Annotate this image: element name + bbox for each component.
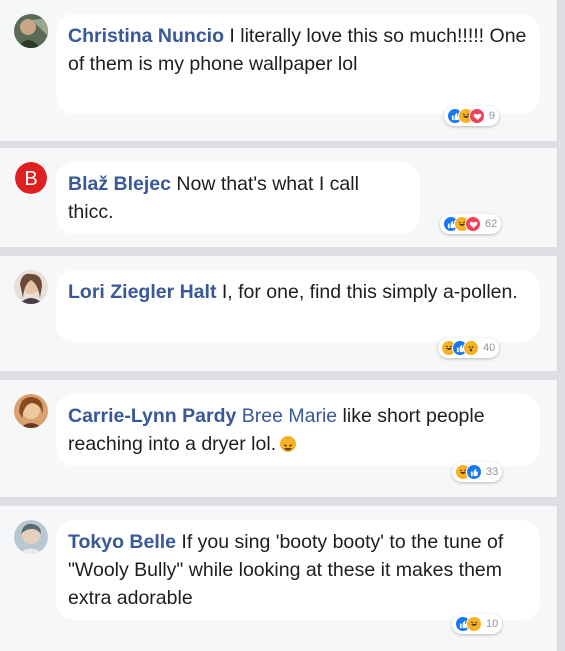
reaction-summary[interactable]: 40 [438,338,500,358]
comment-bubble: Christina Nuncio I literally love this s… [56,14,540,114]
comment-card: Tokyo Belle If you sing 'booty booty' to… [0,506,558,651]
rofl-emoji-icon [280,435,297,452]
comment-author-link[interactable]: Tokyo Belle [68,531,176,553]
comment-author-link[interactable]: Lori Ziegler Halt [68,281,216,303]
comment-bubble: Blaž Blejec Now that's what I call thicc… [56,162,420,234]
comment-card: Christina Nuncio I literally love this s… [0,0,558,141]
haha-reaction-icon [466,616,482,632]
comment-card: B Blaž Blejec Now that's what I call thi… [0,148,558,247]
tagged-user-link[interactable]: Bree Marie [242,405,337,427]
reaction-count: 9 [489,110,496,122]
comment-text: I, for one, find this simply a-pollen. [216,281,518,303]
reaction-count: 62 [485,218,498,230]
svg-text:B: B [24,168,37,190]
avatar[interactable] [14,14,48,48]
reaction-count: 40 [483,342,496,354]
love-reaction-icon [465,216,481,232]
reaction-summary[interactable]: 9 [444,106,500,126]
comment-card: Lori Ziegler Halt I, for one, find this … [0,256,558,371]
comment-author-link[interactable]: Christina Nuncio [68,25,224,47]
comment-bubble: Lori Ziegler Halt I, for one, find this … [56,270,540,342]
reaction-summary[interactable]: 62 [440,214,502,234]
reaction-summary[interactable]: 10 [452,614,503,634]
comment-author-link[interactable]: Blaž Blejec [68,173,171,195]
love-reaction-icon [469,108,485,124]
avatar[interactable] [14,394,48,428]
wow-reaction-icon [463,340,479,356]
avatar[interactable] [14,520,48,554]
reaction-summary[interactable]: 33 [452,462,503,482]
comment-bubble: Carrie-Lynn Pardy Bree Marie like short … [56,394,540,466]
comment-author-link[interactable]: Carrie-Lynn Pardy [68,405,236,427]
comment-bubble: Tokyo Belle If you sing 'booty booty' to… [56,520,540,620]
avatar[interactable] [14,270,48,304]
reaction-count: 10 [486,618,499,630]
reaction-count: 33 [486,466,499,478]
comment-card: Carrie-Lynn Pardy Bree Marie like short … [0,380,558,497]
avatar[interactable]: B [15,162,47,194]
like-reaction-icon [466,464,482,480]
